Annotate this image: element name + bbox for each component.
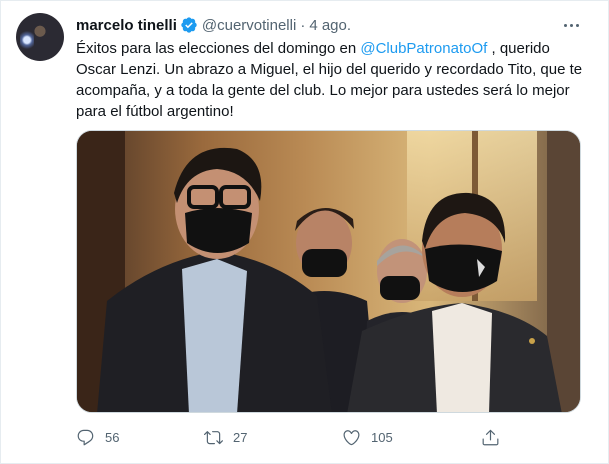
more-icon[interactable] bbox=[559, 13, 583, 37]
retweet-icon bbox=[204, 430, 223, 444]
verified-badge-icon bbox=[181, 17, 197, 33]
reply-count: 56 bbox=[105, 429, 120, 445]
photo-illustration bbox=[77, 131, 580, 412]
like-button[interactable]: 105 bbox=[342, 425, 393, 449]
tweet-card[interactable]: marcelo tinelli @cuervotinelli · 4 ago. … bbox=[0, 0, 609, 464]
timestamp[interactable]: 4 ago. bbox=[309, 17, 351, 34]
avatar-sparkle bbox=[20, 29, 34, 51]
mention-link[interactable]: @ClubPatronatoOf bbox=[360, 40, 487, 57]
like-count: 105 bbox=[371, 429, 393, 445]
tweet-header: marcelo tinelli @cuervotinelli · 4 ago. bbox=[76, 15, 351, 35]
reply-button[interactable]: 56 bbox=[76, 425, 119, 449]
retweet-button[interactable]: 27 bbox=[204, 425, 247, 449]
share-icon bbox=[482, 429, 499, 445]
tweet-photo[interactable] bbox=[76, 130, 581, 413]
tweet-actions: 56 27 105 bbox=[76, 425, 506, 449]
author-name[interactable]: marcelo tinelli bbox=[76, 17, 177, 34]
avatar[interactable] bbox=[16, 13, 64, 61]
separator-dot: · bbox=[300, 16, 306, 34]
like-icon bbox=[343, 429, 360, 445]
tweet-text-part-1: Éxitos para las elecciones del domingo e… bbox=[76, 40, 361, 57]
reply-icon bbox=[77, 429, 94, 445]
tweet-text: Éxitos para las elecciones del domingo e… bbox=[76, 38, 586, 122]
retweet-count: 27 bbox=[233, 429, 248, 445]
share-button[interactable] bbox=[481, 425, 500, 449]
author-handle[interactable]: @cuervotinelli bbox=[202, 17, 296, 34]
